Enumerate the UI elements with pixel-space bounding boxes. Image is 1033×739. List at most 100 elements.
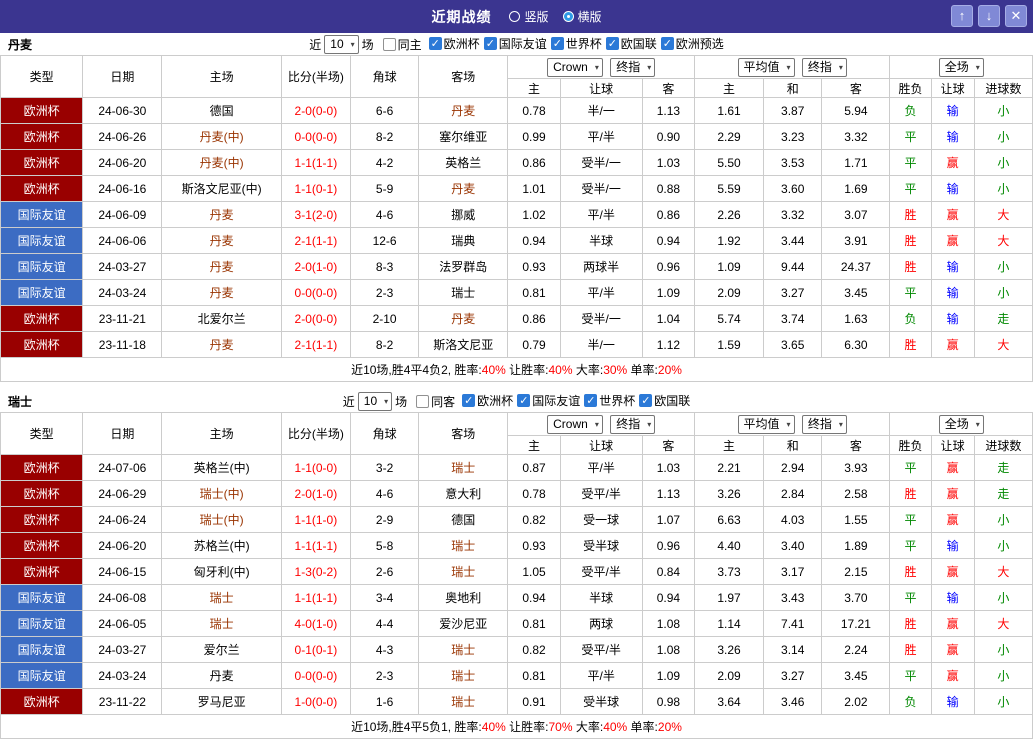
away-team: 塞尔维亚 bbox=[418, 123, 509, 150]
odds-away: 1.13 bbox=[641, 97, 695, 124]
score: 1-1(1-1) bbox=[280, 149, 351, 176]
home-team: 瑞士(中) bbox=[161, 506, 282, 533]
radio-horizontal-view[interactable]: 横版 bbox=[562, 8, 602, 25]
competition-label: 世界杯 bbox=[599, 394, 636, 408]
avg-away: 5.94 bbox=[821, 97, 891, 124]
competition-checkbox[interactable]: 欧国联 bbox=[605, 35, 657, 52]
handicap-result: 输 bbox=[930, 532, 975, 559]
recent-count-select[interactable]: 10 ▾ bbox=[324, 34, 359, 54]
filter-bar: 近 10 ▾ 场 同客 欧洲杯 国际友谊 世界杯 欧国联 bbox=[343, 391, 690, 411]
corners: 8-2 bbox=[349, 123, 420, 150]
avg-draw: 3.32 bbox=[763, 201, 823, 228]
scroll-up-button[interactable]: ↑ bbox=[951, 5, 973, 27]
final-index-select-2[interactable]: 终指 ▾ bbox=[801, 57, 847, 77]
competition-checkbox[interactable]: 欧洲杯 bbox=[428, 35, 480, 52]
competition-checkbox[interactable]: 世界杯 bbox=[584, 392, 635, 409]
avg-away: 3.07 bbox=[821, 201, 891, 228]
summary-row: 近10场,胜4平4负2, 胜率:40% 让胜率:40% 大率:30% 单率:20… bbox=[0, 357, 1033, 382]
odds-home: 0.86 bbox=[507, 305, 561, 332]
odds-away: 0.96 bbox=[641, 532, 695, 559]
result: 胜 bbox=[889, 227, 932, 254]
recent-count-select[interactable]: 10 ▾ bbox=[357, 391, 393, 411]
avg-away: 3.91 bbox=[821, 227, 891, 254]
avg-home: 1.14 bbox=[693, 610, 765, 637]
competition-checkbox[interactable]: 国际友谊 bbox=[483, 35, 547, 52]
final-index-value: 终指 bbox=[616, 59, 641, 74]
avg-away: 2.02 bbox=[821, 688, 891, 715]
avg-draw: 3.14 bbox=[763, 636, 823, 663]
col-odds-away: 客 bbox=[641, 435, 695, 455]
result: 平 bbox=[889, 454, 932, 481]
competition-checkbox[interactable]: 世界杯 bbox=[550, 35, 602, 52]
match-row: 欧洲杯 24-06-26 丹麦(中) 0-0(0-0) 8-2 塞尔维亚 0.99 平/半 0.… bbox=[0, 123, 1033, 150]
odds-handicap: 受半球 bbox=[559, 688, 643, 715]
avg-away: 6.30 bbox=[821, 331, 891, 358]
match-row: 国际友谊 24-06-06 丹麦 2-1(1-1) 12-6 瑞典 0.94 半球 0.94 1.… bbox=[0, 227, 1033, 254]
score: 2-0(1-0) bbox=[280, 253, 351, 280]
odds-away: 1.03 bbox=[641, 454, 695, 481]
goals-result: 小 bbox=[973, 175, 1033, 202]
radio-vertical-view[interactable]: 竖版 bbox=[509, 8, 549, 25]
match-row: 国际友谊 24-03-27 丹麦 2-0(1-0) 8-3 法罗群岛 0.93 两球半 0.96… bbox=[0, 253, 1033, 280]
avg-away: 2.58 bbox=[821, 480, 891, 507]
match-row: 欧洲杯 24-06-30 德国 2-0(0-0) 6-6 丹麦 0.78 半/一 1.13 1.6… bbox=[0, 97, 1033, 124]
competition-checkbox[interactable]: 欧洲杯 bbox=[462, 392, 513, 409]
average-select[interactable]: 平均值 ▾ bbox=[737, 57, 795, 77]
match-date: 24-06-15 bbox=[82, 558, 163, 585]
away-team: 瑞士 bbox=[418, 454, 509, 481]
scroll-down-button[interactable]: ↓ bbox=[978, 5, 1000, 27]
result: 平 bbox=[889, 175, 932, 202]
titlebar-buttons: ↑ ↓ ✕ bbox=[951, 5, 1027, 27]
score: 0-0(0-0) bbox=[280, 662, 351, 689]
col-home: 主场 bbox=[161, 412, 282, 455]
score: 1-1(0-0) bbox=[280, 454, 351, 481]
corners: 6-6 bbox=[349, 97, 420, 124]
competition-checkbox[interactable]: 欧洲预选 bbox=[660, 35, 724, 52]
checkbox-checked-icon bbox=[517, 394, 531, 407]
avg-draw: 3.40 bbox=[763, 532, 823, 559]
goals-result: 小 bbox=[973, 506, 1033, 533]
fulltime-select[interactable]: 全场 ▾ bbox=[938, 414, 984, 434]
away-team: 瑞士 bbox=[418, 279, 509, 306]
same-venue-label: 同客 bbox=[431, 394, 456, 409]
avg-away: 2.24 bbox=[821, 636, 891, 663]
avg-home: 5.74 bbox=[693, 305, 765, 332]
match-date: 24-06-30 bbox=[82, 97, 163, 124]
final-index-select-2[interactable]: 终指 ▾ bbox=[801, 414, 847, 434]
handicap-result: 赢 bbox=[930, 331, 975, 358]
fulltime-select[interactable]: 全场 ▾ bbox=[938, 57, 984, 77]
bookmaker-value: Crown bbox=[553, 416, 588, 431]
competition-checkbox[interactable]: 欧国联 bbox=[639, 392, 690, 409]
handicap-result: 输 bbox=[930, 279, 975, 306]
competition-checkbox[interactable]: 国际友谊 bbox=[517, 392, 580, 409]
score: 1-0(0-0) bbox=[280, 688, 351, 715]
average-select[interactable]: 平均值 ▾ bbox=[737, 414, 795, 434]
final-index-select[interactable]: 终指 ▾ bbox=[610, 57, 656, 77]
bookmaker-select[interactable]: Crown ▾ bbox=[547, 57, 603, 77]
avg-draw: 2.94 bbox=[763, 454, 823, 481]
bookmaker-select[interactable]: Crown ▾ bbox=[547, 414, 603, 434]
avg-home: 1.61 bbox=[693, 97, 765, 124]
handicap-result: 赢 bbox=[930, 149, 975, 176]
goals-result: 大 bbox=[973, 331, 1033, 358]
match-type: 欧洲杯 bbox=[0, 149, 84, 176]
match-row: 欧洲杯 24-06-15 匈牙利(中) 1-3(0-2) 2-6 瑞士 1.05 受平/半 0.… bbox=[0, 558, 1033, 585]
match-date: 24-06-09 bbox=[82, 201, 163, 228]
odds-home: 0.91 bbox=[507, 688, 561, 715]
avg-draw: 3.60 bbox=[763, 175, 823, 202]
same-venue-checkbox[interactable]: 同客 bbox=[416, 393, 455, 410]
match-date: 24-03-27 bbox=[82, 253, 163, 280]
goals-result: 小 bbox=[973, 584, 1033, 611]
odds-away: 0.88 bbox=[641, 175, 695, 202]
close-button[interactable]: ✕ bbox=[1005, 5, 1027, 27]
odds-home: 0.78 bbox=[507, 97, 561, 124]
final-index-select[interactable]: 终指 ▾ bbox=[610, 414, 656, 434]
corners: 4-4 bbox=[349, 610, 420, 637]
score: 1-3(0-2) bbox=[280, 558, 351, 585]
away-team: 瑞士 bbox=[418, 662, 509, 689]
handicap-result: 输 bbox=[930, 688, 975, 715]
chevron-down-icon: ▾ bbox=[975, 62, 980, 72]
radio-vertical-label: 竖版 bbox=[524, 10, 549, 24]
same-venue-checkbox[interactable]: 同主 bbox=[382, 36, 422, 53]
away-team: 瑞士 bbox=[418, 636, 509, 663]
